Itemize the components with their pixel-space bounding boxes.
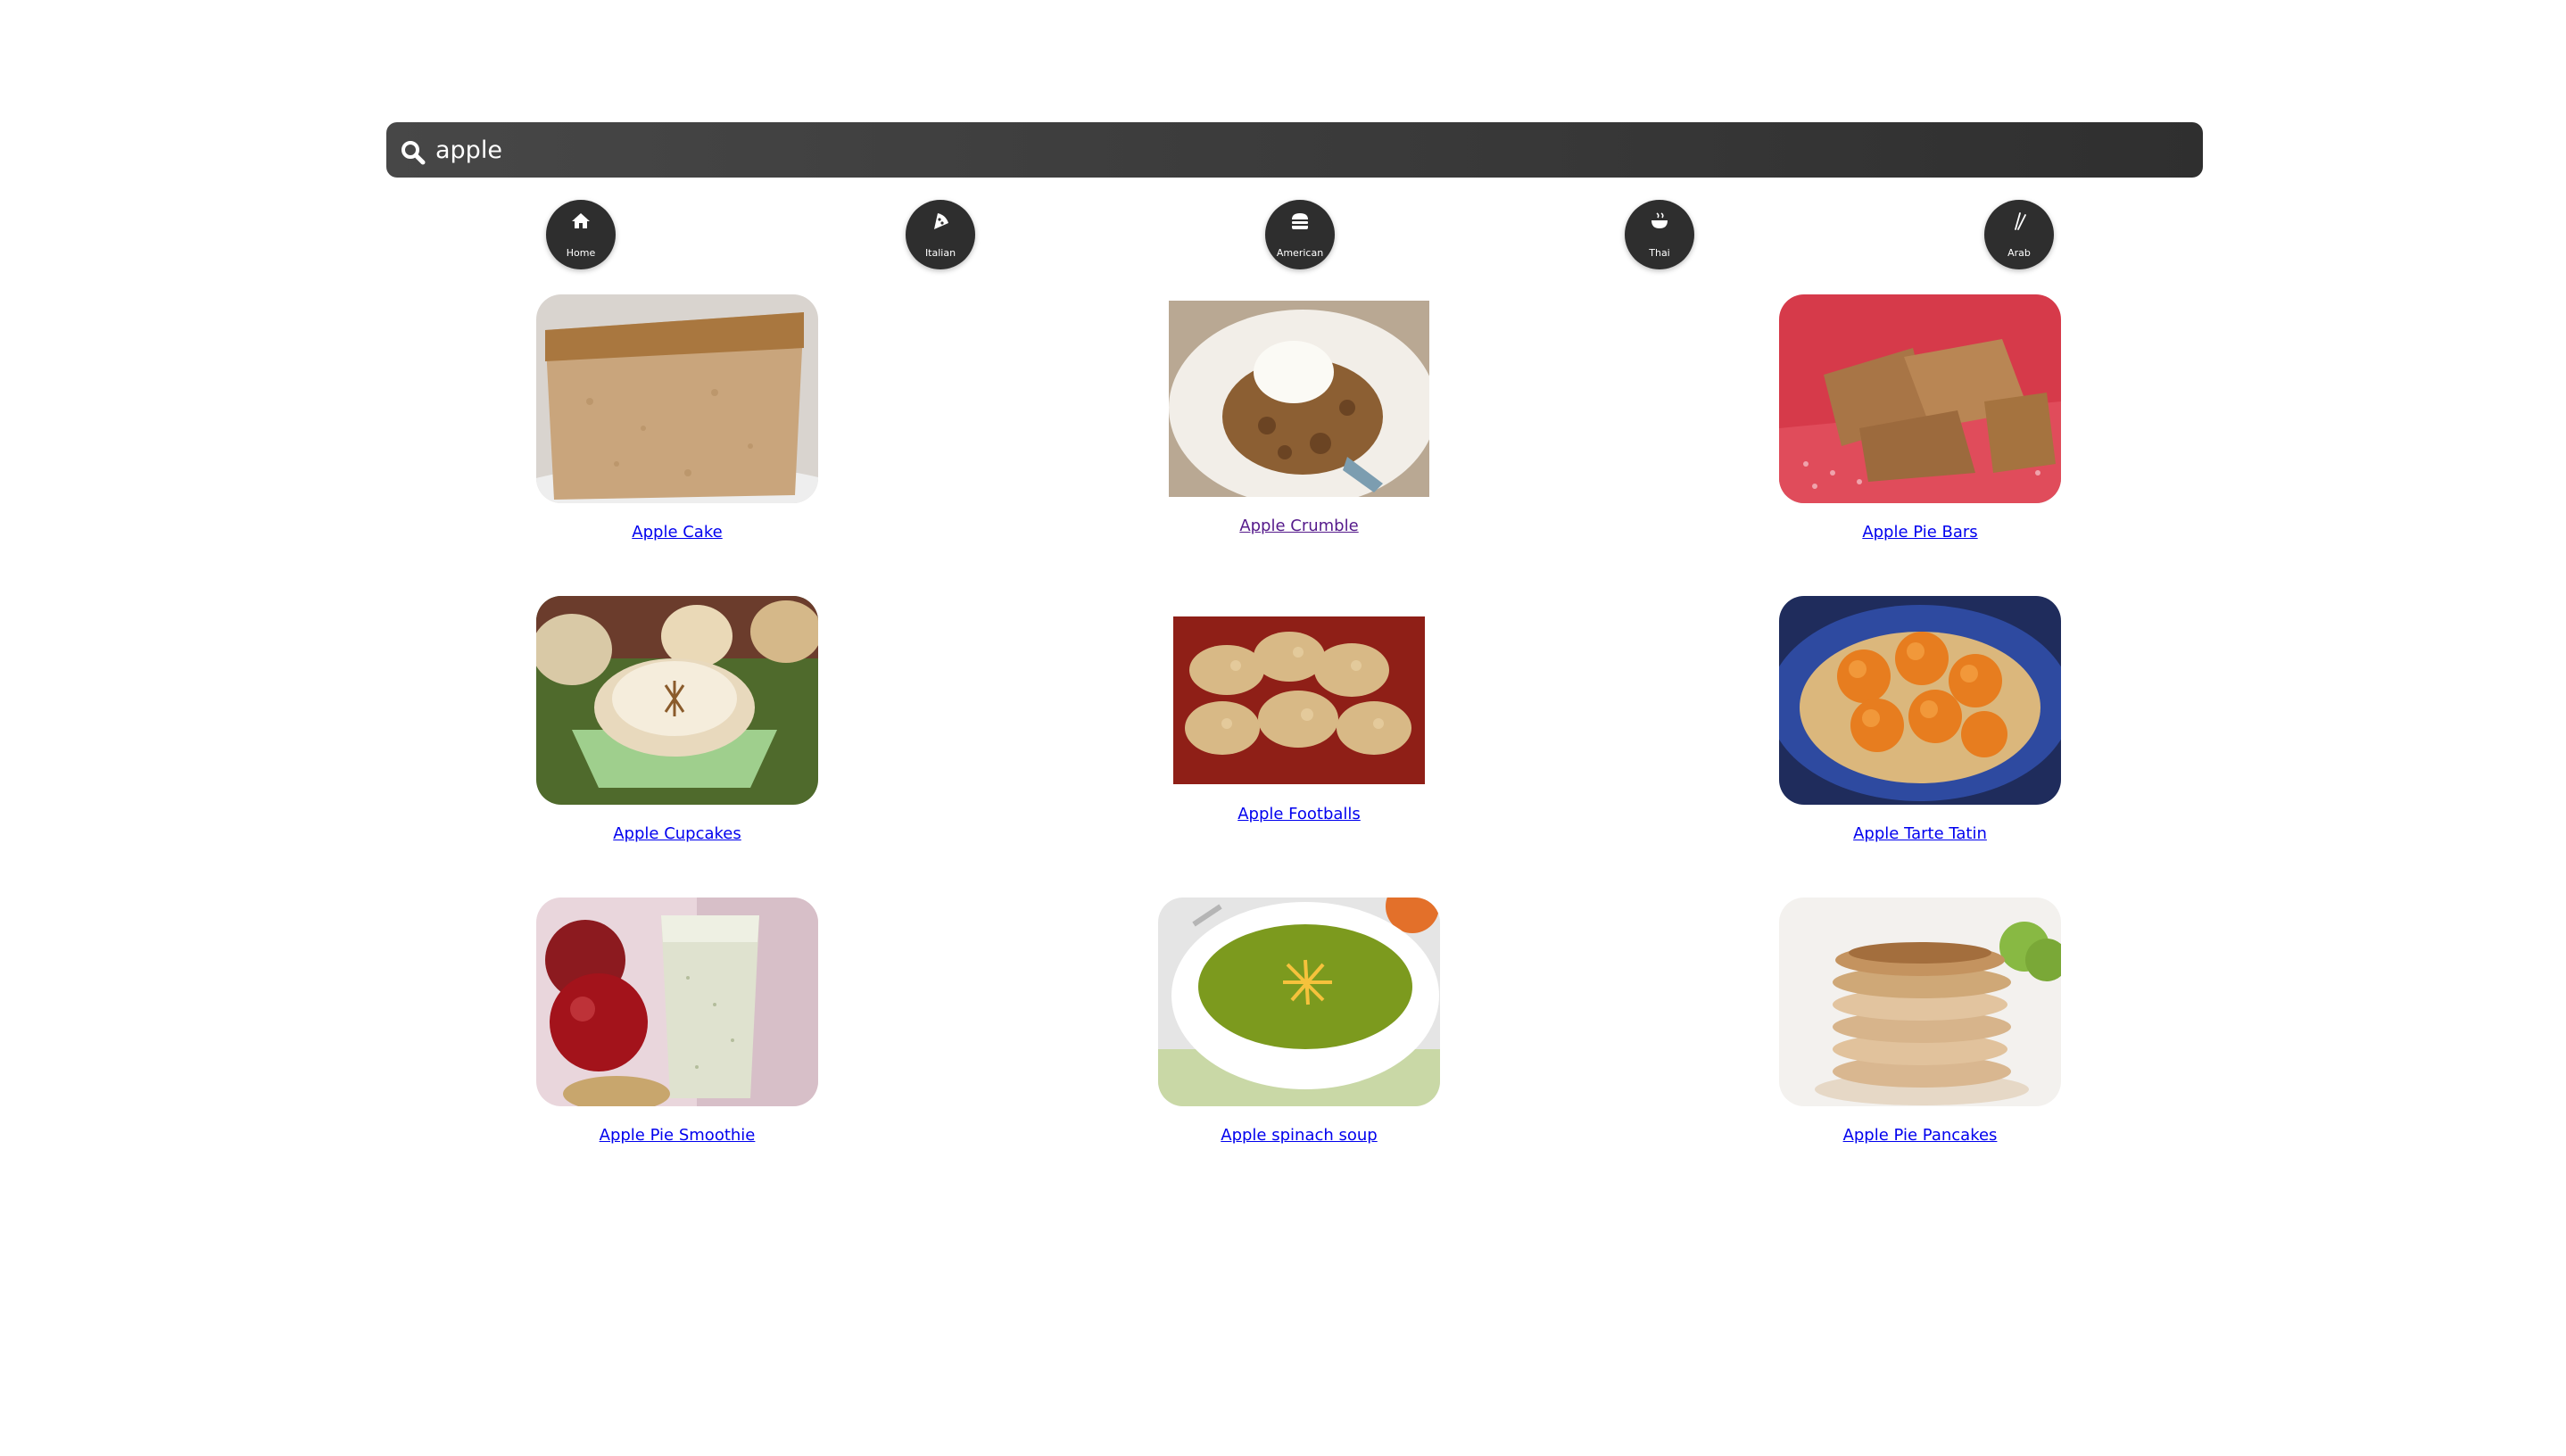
recipe-card: Apple Pie Bars <box>1779 294 2061 542</box>
recipe-card: Apple Crumble <box>1158 294 1440 535</box>
category-label: Home <box>566 247 596 259</box>
search-input[interactable] <box>435 122 2184 178</box>
chopsticks-icon <box>2015 212 2026 230</box>
category-label: American <box>1276 247 1324 259</box>
apple-pie-bars-photo[interactable] <box>1779 294 2061 503</box>
recipe-link[interactable]: Apple Pie Bars <box>1779 523 2061 542</box>
apple-cupcakes-photo[interactable] <box>536 596 818 805</box>
recipe-card: Apple Cake <box>536 294 818 542</box>
recipe-link[interactable]: Apple spinach soup <box>1158 1126 1440 1145</box>
recipe-card: Apple Cupcakes <box>536 596 818 843</box>
search-icon <box>401 141 426 165</box>
home-icon <box>572 213 590 228</box>
category-home[interactable]: Home <box>546 200 616 269</box>
apple-tarte-tatin-photo[interactable] <box>1779 596 2061 805</box>
recipe-link[interactable]: Apple Crumble <box>1158 517 1440 535</box>
pizza-icon <box>934 213 948 229</box>
burger-icon <box>1292 213 1308 229</box>
apple-cake-photo[interactable] <box>536 294 818 503</box>
category-american[interactable]: American <box>1265 200 1335 269</box>
category-arab[interactable]: Arab <box>1984 200 2054 269</box>
recipe-card: Apple Pie Smoothie <box>536 898 818 1145</box>
recipe-card: Apple Footballs <box>1158 596 1440 823</box>
search-bar <box>386 122 2203 178</box>
recipe-card: Apple spinach soup <box>1158 898 1440 1145</box>
category-italian[interactable]: Italian <box>906 200 975 269</box>
apple-crumble-photo[interactable] <box>1169 301 1429 497</box>
recipe-link[interactable]: Apple Footballs <box>1158 805 1440 823</box>
apple-pie-pancakes-photo[interactable] <box>1779 898 2061 1106</box>
category-thai[interactable]: Thai <box>1625 200 1694 269</box>
apple-pie-smoothie-photo[interactable] <box>536 898 818 1106</box>
recipe-card: Apple Pie Pancakes <box>1779 898 2061 1145</box>
category-bar: Home Italian American Thai Arab <box>0 200 2566 271</box>
recipe-link[interactable]: Apple Tarte Tatin <box>1779 824 2061 843</box>
apple-footballs-photo[interactable] <box>1173 616 1425 784</box>
recipe-link[interactable]: Apple Cupcakes <box>536 824 818 843</box>
category-label: Italian <box>924 247 956 259</box>
category-label: Thai <box>1649 247 1670 259</box>
category-label: Arab <box>2007 247 2031 259</box>
recipe-link[interactable]: Apple Pie Smoothie <box>536 1126 818 1145</box>
recipe-card: Apple Tarte Tatin <box>1779 596 2061 843</box>
apple-spinach-soup-photo[interactable] <box>1158 898 1440 1106</box>
recipe-link[interactable]: Apple Cake <box>536 523 818 542</box>
recipe-link[interactable]: Apple Pie Pancakes <box>1779 1126 2061 1145</box>
bowl-icon <box>1651 212 1668 228</box>
